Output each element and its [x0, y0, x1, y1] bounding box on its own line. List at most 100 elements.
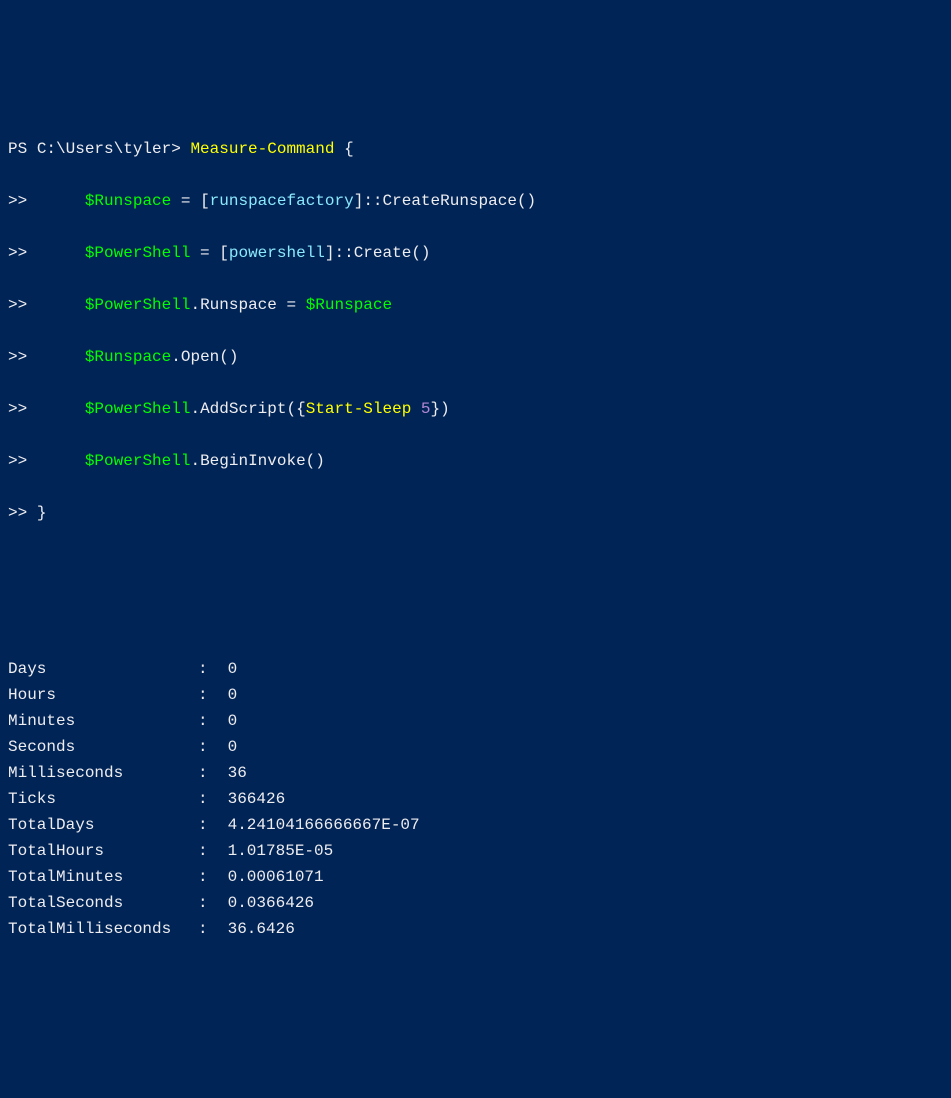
output-sep: : [198, 708, 218, 734]
output-key: TotalMinutes [8, 864, 198, 890]
output-key: Seconds [8, 734, 198, 760]
terminal-output: PS C:\Users\tyler> Measure-Command { >> … [8, 110, 943, 968]
output-row: Hours: 0 [8, 682, 943, 708]
dot: . [190, 400, 200, 418]
output-key: Minutes [8, 708, 198, 734]
prompt-cont: >> [8, 400, 37, 418]
output-sep: : [198, 916, 218, 942]
brace-open: { [334, 140, 353, 158]
prompt-cont: >> [8, 504, 37, 522]
output-key: Ticks [8, 786, 198, 812]
code-line-5: >> $Runspace.Open() [8, 344, 943, 370]
variable: $PowerShell [85, 244, 191, 262]
prompt-ps: PS [8, 140, 37, 158]
indent [37, 192, 85, 210]
code-line-7: >> $PowerShell.BeginInvoke() [8, 448, 943, 474]
code-line-4: >> $PowerShell.Runspace = $Runspace [8, 292, 943, 318]
indent [37, 400, 85, 418]
output-row: Milliseconds: 36 [8, 760, 943, 786]
cmdlet-name: Measure-Command [190, 140, 334, 158]
output-sep: : [198, 864, 218, 890]
code-line-1: PS C:\Users\tyler> Measure-Command { [8, 136, 943, 162]
output-value: 0 [218, 682, 237, 708]
variable: $PowerShell [85, 296, 191, 314]
indent [37, 348, 85, 366]
output-value: 36 [218, 760, 247, 786]
bracket: ] [354, 192, 364, 210]
code-line-6: >> $PowerShell.AddScript({Start-Sleep 5}… [8, 396, 943, 422]
type-name: runspacefactory [210, 192, 354, 210]
output-key: Milliseconds [8, 760, 198, 786]
prompt-cont: >> [8, 348, 37, 366]
cmdlet-name: Start-Sleep [306, 400, 412, 418]
type-name: powershell [229, 244, 325, 262]
output-key: TotalDays [8, 812, 198, 838]
code-line-8: >> } [8, 500, 943, 526]
output-row: Ticks: 366426 [8, 786, 943, 812]
output-table: Days: 0Hours: 0Minutes: 0Seconds: 0Milli… [8, 656, 943, 942]
blank-line [8, 604, 943, 630]
output-key: TotalHours [8, 838, 198, 864]
output-sep: : [198, 838, 218, 864]
output-key: TotalMilliseconds [8, 916, 198, 942]
number-literal: 5 [421, 400, 431, 418]
output-sep: : [198, 812, 218, 838]
indent [37, 452, 85, 470]
output-key: TotalSeconds [8, 890, 198, 916]
output-sep: : [198, 734, 218, 760]
output-value: 0 [218, 708, 237, 734]
prompt-cont: >> [8, 244, 37, 262]
output-row: Days: 0 [8, 656, 943, 682]
equals: = [190, 244, 219, 262]
prompt-cont: >> [8, 192, 37, 210]
output-value: 36.6426 [218, 916, 295, 942]
output-row: TotalMilliseconds: 36.6426 [8, 916, 943, 942]
indent [37, 296, 85, 314]
output-sep: : [198, 656, 218, 682]
method-call: BeginInvoke() [200, 452, 325, 470]
output-sep: : [198, 682, 218, 708]
output-value: 4.24104166666667E-07 [218, 812, 420, 838]
variable: $Runspace [306, 296, 392, 314]
bracket: ] [325, 244, 335, 262]
output-sep: : [198, 890, 218, 916]
method-call: ::CreateRunspace() [363, 192, 536, 210]
prompt-cont: >> [8, 296, 37, 314]
output-row: TotalHours: 1.01785E-05 [8, 838, 943, 864]
equals: = [277, 296, 306, 314]
variable: $Runspace [85, 192, 171, 210]
output-value: 0 [218, 734, 237, 760]
dot: . [190, 452, 200, 470]
output-value: 0.0366426 [218, 890, 314, 916]
blank-line [8, 552, 943, 578]
method-call: Open() [181, 348, 239, 366]
output-row: TotalMinutes: 0.00061071 [8, 864, 943, 890]
dot: . [190, 296, 200, 314]
output-sep: : [198, 786, 218, 812]
prompt-path: C:\Users\tyler [37, 140, 171, 158]
method-call: }) [431, 400, 450, 418]
bracket: [ [200, 192, 210, 210]
equals: = [171, 192, 200, 210]
code-line-3: >> $PowerShell = [powershell]::Create() [8, 240, 943, 266]
output-value: 1.01785E-05 [218, 838, 333, 864]
output-value: 0 [218, 656, 237, 682]
brace-close: } [37, 504, 47, 522]
output-row: Seconds: 0 [8, 734, 943, 760]
code-line-2: >> $Runspace = [runspacefactory]::Create… [8, 188, 943, 214]
output-value: 366426 [218, 786, 285, 812]
space [411, 400, 421, 418]
output-sep: : [198, 760, 218, 786]
output-row: Minutes: 0 [8, 708, 943, 734]
output-key: Days [8, 656, 198, 682]
variable: $PowerShell [85, 452, 191, 470]
member: Runspace [200, 296, 277, 314]
prompt-cont: >> [8, 452, 37, 470]
method-call: AddScript({ [200, 400, 306, 418]
output-row: TotalDays: 4.24104166666667E-07 [8, 812, 943, 838]
indent [37, 244, 85, 262]
bracket: [ [219, 244, 229, 262]
method-call: ::Create() [335, 244, 431, 262]
prompt-gt: > [171, 140, 190, 158]
variable: $Runspace [85, 348, 171, 366]
